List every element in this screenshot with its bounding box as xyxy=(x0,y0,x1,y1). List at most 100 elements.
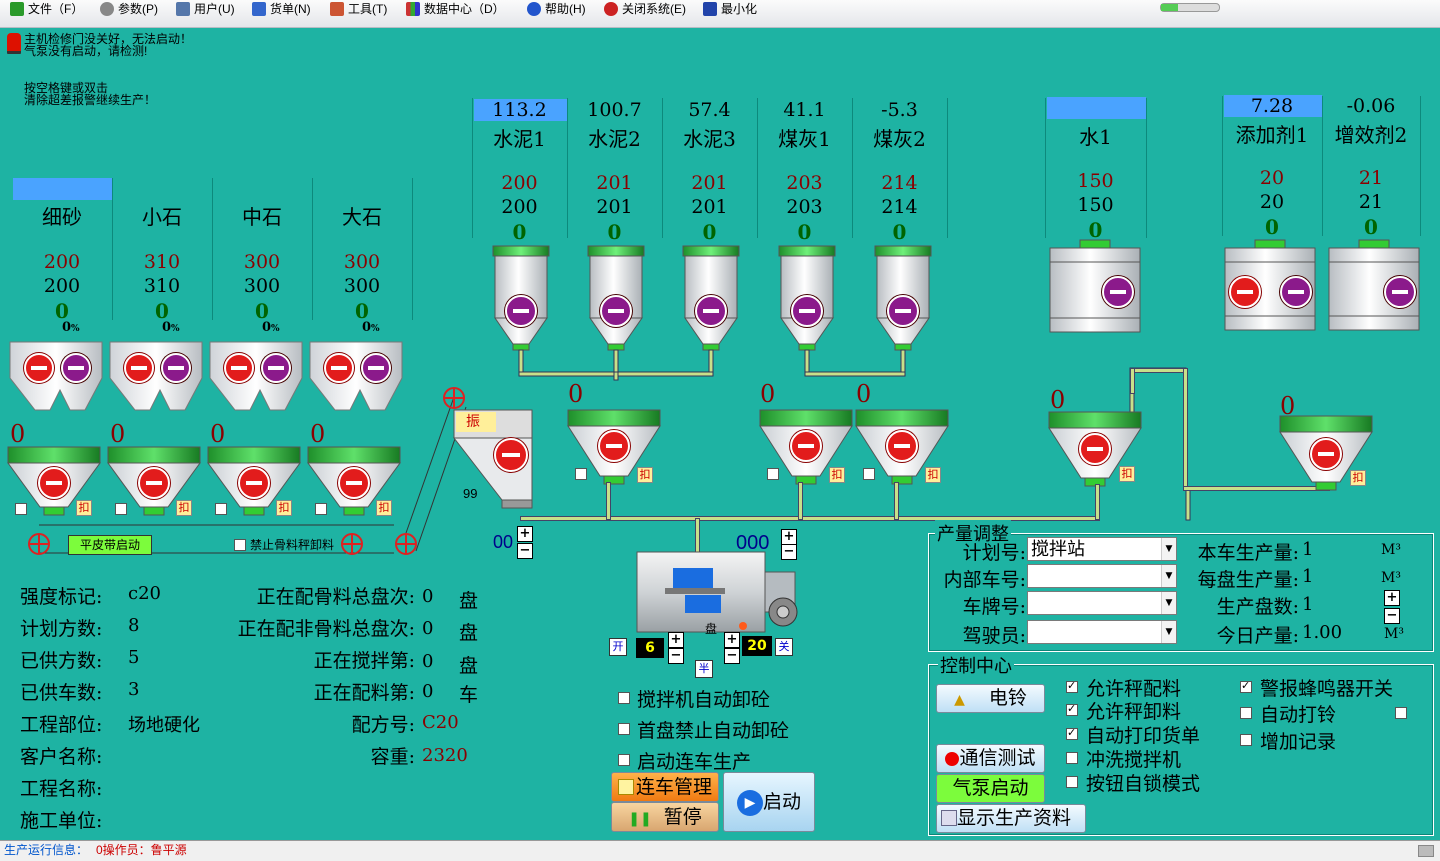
show-data-button[interactable]: 显示生产资料 xyxy=(936,804,1086,833)
plan-number-label: 计划号: xyxy=(962,542,1026,564)
allow-batching-checkbox[interactable] xyxy=(1066,679,1078,693)
aggregate-2-actual: 310 xyxy=(143,275,181,297)
cement-hopper-a-stop-icon[interactable] xyxy=(598,430,630,462)
bell-button[interactable]: ▲ 电铃 xyxy=(936,684,1045,713)
add-record-label: 增加记录 xyxy=(1260,731,1337,753)
close-icon xyxy=(604,2,618,16)
aggregate-4-gate-b-stop-icon[interactable] xyxy=(361,353,391,383)
additive-hopper-deduct[interactable]: 扣 xyxy=(1350,470,1366,486)
cement-hopper-b-deduct[interactable]: 扣 xyxy=(829,467,845,483)
plates-plus-button[interactable]: + xyxy=(1384,590,1400,606)
aggregate-1-gate-b-stop-icon[interactable] xyxy=(61,353,91,383)
water-valve-icon[interactable] xyxy=(1102,276,1134,308)
cement-3-valve-icon[interactable] xyxy=(695,295,727,327)
continuous-production-checkbox[interactable] xyxy=(618,754,630,766)
resize-grip-icon[interactable] xyxy=(1418,845,1434,857)
mixer-close-button[interactable]: 关 xyxy=(775,638,793,656)
cement-hopper-a-deduct[interactable]: 扣 xyxy=(637,467,653,483)
cement-hopper-a-checkbox[interactable] xyxy=(575,468,587,480)
plates-minus-button[interactable]: − xyxy=(1384,608,1400,624)
additive-1-valve-icon[interactable] xyxy=(1280,276,1312,308)
aggregate-3-gate-a-stop-icon[interactable] xyxy=(224,353,254,383)
comm-test-button[interactable]: 通信测试 xyxy=(936,744,1045,773)
alarm-light-icon xyxy=(7,33,21,54)
auto-print-checkbox[interactable] xyxy=(1066,726,1078,740)
plate-number-select[interactable]: ▼ xyxy=(1027,591,1177,615)
auto-bell-checkbox[interactable] xyxy=(1240,707,1252,719)
cement-2-valve-icon[interactable] xyxy=(600,295,632,327)
mixer-left-count: 6 xyxy=(636,638,664,658)
driver-select[interactable]: ▼ xyxy=(1027,620,1177,644)
aggregate-2-set: 310 xyxy=(143,251,181,273)
queue-icon xyxy=(617,779,634,795)
belt-stop-checkbox[interactable] xyxy=(234,539,246,551)
extra-option-checkbox[interactable] xyxy=(1395,707,1407,719)
menu-data-center[interactable]: 数据中心（D） xyxy=(406,0,505,27)
flyash-2-valve-icon[interactable] xyxy=(887,295,919,327)
wash-mixer-checkbox[interactable] xyxy=(1066,752,1078,764)
auto-discharge-checkbox[interactable] xyxy=(618,692,630,704)
belt-minus-button[interactable]: − xyxy=(517,543,533,559)
allow-discharge-checkbox[interactable] xyxy=(1066,702,1078,716)
start-button[interactable]: ▶ 启动 xyxy=(723,772,815,832)
queue-management-button[interactable]: 连车管理 xyxy=(611,772,719,802)
menu-params[interactable]: 参数(P) xyxy=(100,0,158,27)
plan-number-select[interactable]: 搅拌站 ▼ xyxy=(1027,537,1177,561)
supplied-volume-value: 5 xyxy=(128,647,140,668)
menu-users[interactable]: 用户(U) xyxy=(176,0,235,27)
mixer-left-minus-button[interactable]: − xyxy=(668,648,684,664)
flyash-2-set: 214 xyxy=(881,172,918,194)
cement-hopper-c-checkbox[interactable] xyxy=(863,468,875,480)
play-icon: ▶ xyxy=(736,790,763,816)
buzzer-checkbox[interactable] xyxy=(1240,679,1252,693)
mixer-open-button[interactable]: 开 xyxy=(609,638,627,656)
plan-volume-label: 计划方数: xyxy=(20,618,103,640)
add-record-checkbox[interactable] xyxy=(1240,734,1252,746)
menu-exit[interactable]: 关闭系统(E) xyxy=(604,0,686,27)
mixer-right-minus-button[interactable]: − xyxy=(724,648,740,664)
water-hopper-stop-icon[interactable] xyxy=(1079,433,1111,465)
belt-start-button[interactable]: 平皮带启动 xyxy=(68,535,152,555)
batching-number-unit: 车 xyxy=(459,684,479,706)
additive-1-stop-icon[interactable] xyxy=(1229,276,1261,308)
cement-hopper-c-stop-icon[interactable] xyxy=(886,430,918,462)
mixer-right-count: 20 xyxy=(742,636,772,656)
cement-hopper-b-stop-icon[interactable] xyxy=(790,430,822,462)
additive-2-valve-icon[interactable] xyxy=(1384,276,1416,308)
cement-hopper-c-deduct[interactable]: 扣 xyxy=(925,467,941,483)
mixer-plus-button[interactable]: + xyxy=(781,529,797,545)
additive-1-actual: 20 xyxy=(1259,191,1285,213)
aggregate-3-gate-b-stop-icon[interactable] xyxy=(261,353,291,383)
menu-help[interactable]: 帮助(H) xyxy=(527,0,586,27)
flyash-1-value: 41.1 xyxy=(783,99,826,121)
mixer-left-plus-button[interactable]: + xyxy=(668,632,684,648)
first-plate-no-discharge-checkbox[interactable] xyxy=(618,723,630,735)
tool-icon xyxy=(330,2,344,16)
air-pump-button[interactable]: 气泵启动 xyxy=(936,774,1045,803)
additive-hopper-stop-icon[interactable] xyxy=(1310,438,1342,470)
internal-car-select[interactable]: ▼ xyxy=(1027,564,1177,588)
menu-minimize[interactable]: 最小化 xyxy=(703,0,757,27)
auto-print-label: 自动打印货单 xyxy=(1086,725,1201,747)
cement-1-valve-icon[interactable] xyxy=(505,295,537,327)
water-hopper-deduct[interactable]: 扣 xyxy=(1119,466,1135,482)
button-lock-checkbox[interactable] xyxy=(1066,776,1078,788)
aggregate-2-gate-b-stop-icon[interactable] xyxy=(161,353,191,383)
menu-tools[interactable]: 工具(T) xyxy=(330,0,387,27)
edit-icon xyxy=(252,2,266,16)
belt-plus-button[interactable]: + xyxy=(517,526,533,542)
cement-hopper-b-checkbox[interactable] xyxy=(767,468,779,480)
pause-button[interactable]: ❚❚ 暂停 xyxy=(611,802,719,832)
aggregate-1-gate-a-stop-icon[interactable] xyxy=(24,353,54,383)
aggregate-2-gate-a-stop-icon[interactable] xyxy=(124,353,154,383)
mixer-half-button[interactable]: 半 xyxy=(695,660,713,678)
mixer-right-plus-button[interactable]: + xyxy=(724,632,740,648)
aggregate-4-gate-a-stop-icon[interactable] xyxy=(324,353,354,383)
flyash-1-valve-icon[interactable] xyxy=(791,295,823,327)
menu-waybill[interactable]: 货单(N) xyxy=(252,0,311,27)
water-actual: 150 xyxy=(1077,194,1114,216)
additive-2-name: 增效剂2 xyxy=(1334,123,1408,147)
menu-file[interactable]: 文件（F） xyxy=(10,0,83,27)
non-aggregate-batch-total-unit: 盘 xyxy=(459,622,479,644)
aggregate-1-value-highlight xyxy=(13,178,112,200)
